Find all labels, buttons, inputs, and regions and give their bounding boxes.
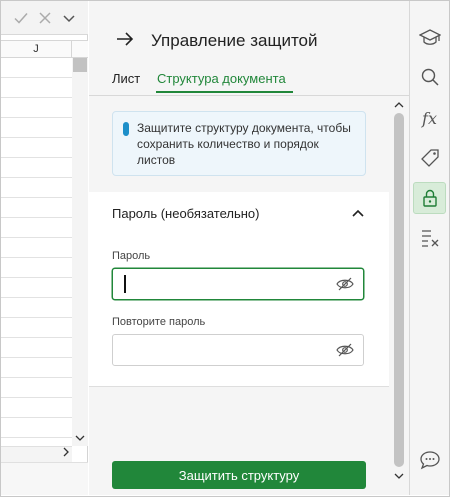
tab-sheet[interactable]: Лист xyxy=(112,71,140,86)
repeat-password-input[interactable] xyxy=(112,334,364,366)
repeat-password-label: Повторите пароль xyxy=(112,316,206,328)
scroll-up-icon[interactable] xyxy=(394,100,404,110)
checklist-icon[interactable] xyxy=(413,222,446,254)
panel-body: Защитите структуру документа, чтобы сохр… xyxy=(89,96,409,495)
panel-header: Управление защитой Лист Структура докуме… xyxy=(89,1,409,96)
column-header-row: J xyxy=(1,40,88,58)
scroll-down-icon[interactable] xyxy=(72,432,88,446)
spreadsheet-area: J xyxy=(1,1,88,495)
graduation-cap-icon[interactable] xyxy=(413,22,446,54)
sheet-horizontal-scrollbar[interactable] xyxy=(1,446,72,462)
search-icon[interactable] xyxy=(413,61,446,93)
eye-off-icon[interactable] xyxy=(336,343,354,357)
sheet-scroll-thumb[interactable] xyxy=(73,58,87,72)
password-input[interactable] xyxy=(112,268,364,300)
password-section: Пароль (необязательно) Пароль Повторите … xyxy=(89,192,389,387)
password-section-heading[interactable]: Пароль (необязательно) xyxy=(112,206,260,221)
scroll-down-icon[interactable] xyxy=(394,471,404,481)
info-icon xyxy=(123,122,129,136)
close-icon[interactable] xyxy=(37,10,53,26)
sheet-vertical-scrollbar[interactable] xyxy=(72,58,88,446)
arrow-right-icon[interactable] xyxy=(115,29,135,49)
right-sidebar: fx xyxy=(409,1,449,495)
password-label: Пароль xyxy=(112,250,151,262)
text-caret xyxy=(124,275,126,293)
info-text: Защитите структуру документа, чтобы сохр… xyxy=(137,121,351,167)
tag-icon[interactable] xyxy=(413,142,446,174)
tab-document-structure[interactable]: Структура документа xyxy=(157,71,286,86)
cell-grid[interactable] xyxy=(1,58,72,446)
eye-off-icon[interactable] xyxy=(336,277,354,291)
chevron-up-icon[interactable] xyxy=(349,204,367,222)
protection-panel: Управление защитой Лист Структура докуме… xyxy=(89,1,409,495)
panel-scroll-thumb[interactable] xyxy=(394,113,404,467)
lock-icon[interactable] xyxy=(413,182,446,214)
info-message: Защитите структуру документа, чтобы сохр… xyxy=(112,111,366,176)
protect-structure-button[interactable]: Защитить структуру xyxy=(112,461,366,489)
scroll-right-icon[interactable] xyxy=(62,447,70,462)
function-icon[interactable]: fx xyxy=(413,102,446,134)
panel-title: Управление защитой xyxy=(151,31,318,50)
chat-icon[interactable] xyxy=(413,444,446,476)
checkmark-icon[interactable] xyxy=(13,10,29,26)
panel-scrollbar[interactable] xyxy=(391,96,407,495)
chevron-down-icon[interactable] xyxy=(61,10,77,26)
active-tab-indicator xyxy=(156,91,293,93)
column-header-j[interactable]: J xyxy=(1,41,72,58)
sheet-tabs-bar xyxy=(1,462,88,495)
formula-bar xyxy=(1,1,88,35)
